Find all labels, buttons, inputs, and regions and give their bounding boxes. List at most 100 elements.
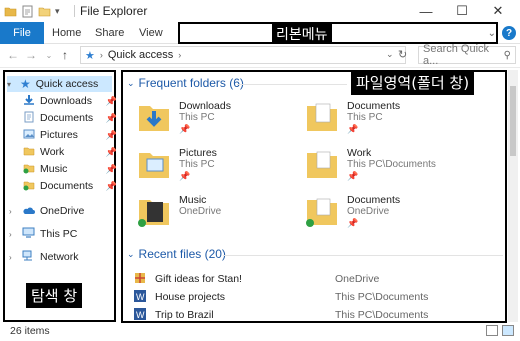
tile-location: This PC	[347, 112, 383, 123]
nav-item-this-pc[interactable]: › This PC	[9, 226, 77, 242]
folder-tile-documents-onedrive[interactable]: Documents OneDrive 📌	[305, 194, 475, 234]
frequent-folders-header[interactable]: ⌄ Frequent folders (6)	[127, 76, 244, 90]
nav-item-quick-access[interactable]: ▾ ★ Quick access	[7, 76, 112, 92]
content-annotation: 파일영역(폴더 창)	[351, 70, 475, 95]
tab-file[interactable]: File	[0, 22, 44, 44]
tile-name: Documents	[347, 100, 401, 112]
recent-file-row[interactable]: Gift ideas for Stan! OneDrive	[129, 271, 499, 287]
star-icon: ★	[85, 49, 95, 62]
pin-icon: 📌	[179, 171, 191, 181]
folder-tile-documents[interactable]: Documents This PC 📌	[305, 100, 475, 140]
star-icon: ★	[20, 77, 31, 91]
nav-label: Documents	[40, 112, 94, 124]
breadcrumb-quick-access[interactable]: Quick access	[108, 49, 173, 61]
recent-file-location: OneDrive	[335, 273, 380, 285]
breadcrumb-chevron-icon[interactable]: ›	[178, 50, 181, 60]
pin-icon[interactable]: 📌	[106, 130, 117, 141]
pin-icon: 📌	[347, 218, 359, 228]
pictures-icon	[23, 128, 35, 143]
address-dropdown-icon[interactable]: ⌄	[386, 49, 394, 60]
recent-file-name: Gift ideas for Stan!	[155, 273, 242, 285]
pin-icon[interactable]: 📌	[106, 181, 117, 192]
content-pane: ⌄ Frequent folders (6) Downloads This PC…	[121, 70, 507, 323]
chevron-down-icon: ⌄	[127, 77, 135, 88]
ribbon-highlight-box	[178, 22, 498, 44]
refresh-icon[interactable]: ↻	[398, 48, 407, 61]
pin-icon: 📌	[347, 171, 359, 181]
new-folder-icon[interactable]	[38, 5, 51, 18]
search-placeholder: Search Quick a...	[423, 43, 490, 67]
title-separator	[74, 5, 75, 17]
nav-item-music[interactable]: Music 📌	[23, 161, 119, 177]
recent-file-location: This PC\Documents	[335, 291, 429, 303]
search-input[interactable]: Search Quick a... ⚲	[418, 43, 516, 67]
gift-file-icon	[133, 271, 147, 288]
chevron-right-icon[interactable]: ›	[9, 207, 17, 216]
nav-item-pictures[interactable]: Pictures 📌	[23, 127, 119, 143]
pin-icon[interactable]: 📌	[106, 96, 117, 107]
chevron-down-icon: ⌄	[127, 248, 135, 259]
pin-icon: 📌	[347, 124, 359, 134]
cloud-icon	[22, 205, 35, 218]
nav-label: Music	[40, 163, 68, 175]
recent-file-name: Trip to Brazil	[155, 309, 214, 321]
customize-toolbar-icon[interactable]: ▾	[55, 5, 68, 18]
minimize-button[interactable]: —	[408, 0, 444, 22]
folder-tile-downloads[interactable]: Downloads This PC 📌	[137, 100, 307, 140]
ribbon-right-controls: ⌄ ?	[488, 24, 516, 42]
folder-tile-pictures[interactable]: Pictures This PC 📌	[137, 147, 307, 187]
close-button[interactable]: ✕	[480, 0, 516, 22]
pin-icon[interactable]: 📌	[106, 113, 117, 124]
nav-item-network[interactable]: › Network	[9, 249, 79, 265]
tile-location: This PC\Documents	[347, 159, 436, 170]
chevron-right-icon[interactable]: ›	[9, 230, 17, 239]
group-divider	[223, 255, 503, 256]
chevron-down-icon[interactable]: ▾	[7, 80, 15, 89]
folder-icon[interactable]	[4, 5, 17, 18]
details-view-icon[interactable]	[486, 325, 498, 336]
expand-ribbon-icon[interactable]: ⌄	[488, 28, 496, 39]
address-bar[interactable]: ★ › Quick access ›	[80, 46, 406, 64]
window-controls: — ☐ ✕	[408, 0, 516, 22]
tile-name: Downloads	[179, 100, 231, 112]
scrollbar-thumb[interactable]	[510, 86, 516, 156]
up-arrow-icon[interactable]: ↑	[58, 46, 72, 64]
tab-view[interactable]: View	[139, 22, 163, 44]
breadcrumb-chevron-icon[interactable]: ›	[100, 50, 103, 60]
folder-tile-music[interactable]: Music OneDrive	[137, 194, 307, 234]
nav-item-work[interactable]: Work 📌	[23, 144, 119, 160]
back-arrow-icon[interactable]: ←	[6, 46, 20, 64]
folder-tile-work[interactable]: Work This PC\Documents 📌	[305, 147, 475, 187]
folder-icon	[23, 179, 35, 194]
recent-locations-icon[interactable]: ⌄	[42, 46, 56, 64]
group-divider	[237, 84, 347, 85]
pin-icon: 📌	[179, 124, 191, 134]
recent-file-location: This PC\Documents	[335, 309, 429, 321]
forward-arrow-icon[interactable]: →	[24, 46, 38, 64]
nav-item-onedrive[interactable]: › OneDrive	[9, 203, 84, 219]
pin-icon[interactable]: 📌	[106, 164, 117, 175]
properties-icon[interactable]	[21, 5, 34, 18]
recent-file-row[interactable]: W Trip to Brazil This PC\Documents	[129, 307, 499, 321]
nav-label: OneDrive	[40, 205, 85, 217]
tab-home[interactable]: Home	[52, 22, 81, 44]
svg-text:W: W	[136, 292, 145, 302]
nav-item-documents[interactable]: Documents 📌	[23, 110, 119, 126]
large-icons-view-icon[interactable]	[502, 325, 514, 336]
pc-icon	[22, 227, 35, 241]
nav-item-documents-onedrive[interactable]: Documents 📌	[23, 178, 119, 194]
recent-file-row[interactable]: W House projects This PC\Documents	[129, 289, 499, 305]
recent-file-name: House projects	[155, 291, 226, 303]
recent-files-header[interactable]: ⌄ Recent files (20)	[127, 247, 226, 261]
pin-icon[interactable]: 📌	[106, 147, 117, 158]
nav-label: Pictures	[40, 129, 78, 141]
help-icon[interactable]: ?	[502, 26, 516, 40]
quick-access-toolbar: ▾	[4, 3, 68, 19]
tile-location: This PC	[179, 112, 215, 123]
chevron-right-icon[interactable]: ›	[9, 253, 17, 262]
nav-label: Quick access	[35, 78, 99, 90]
nav-item-downloads[interactable]: Downloads 📌	[23, 93, 119, 109]
nav-annotation: 탐색 창	[26, 283, 83, 308]
maximize-button[interactable]: ☐	[444, 0, 480, 22]
tab-share[interactable]: Share	[95, 22, 124, 44]
